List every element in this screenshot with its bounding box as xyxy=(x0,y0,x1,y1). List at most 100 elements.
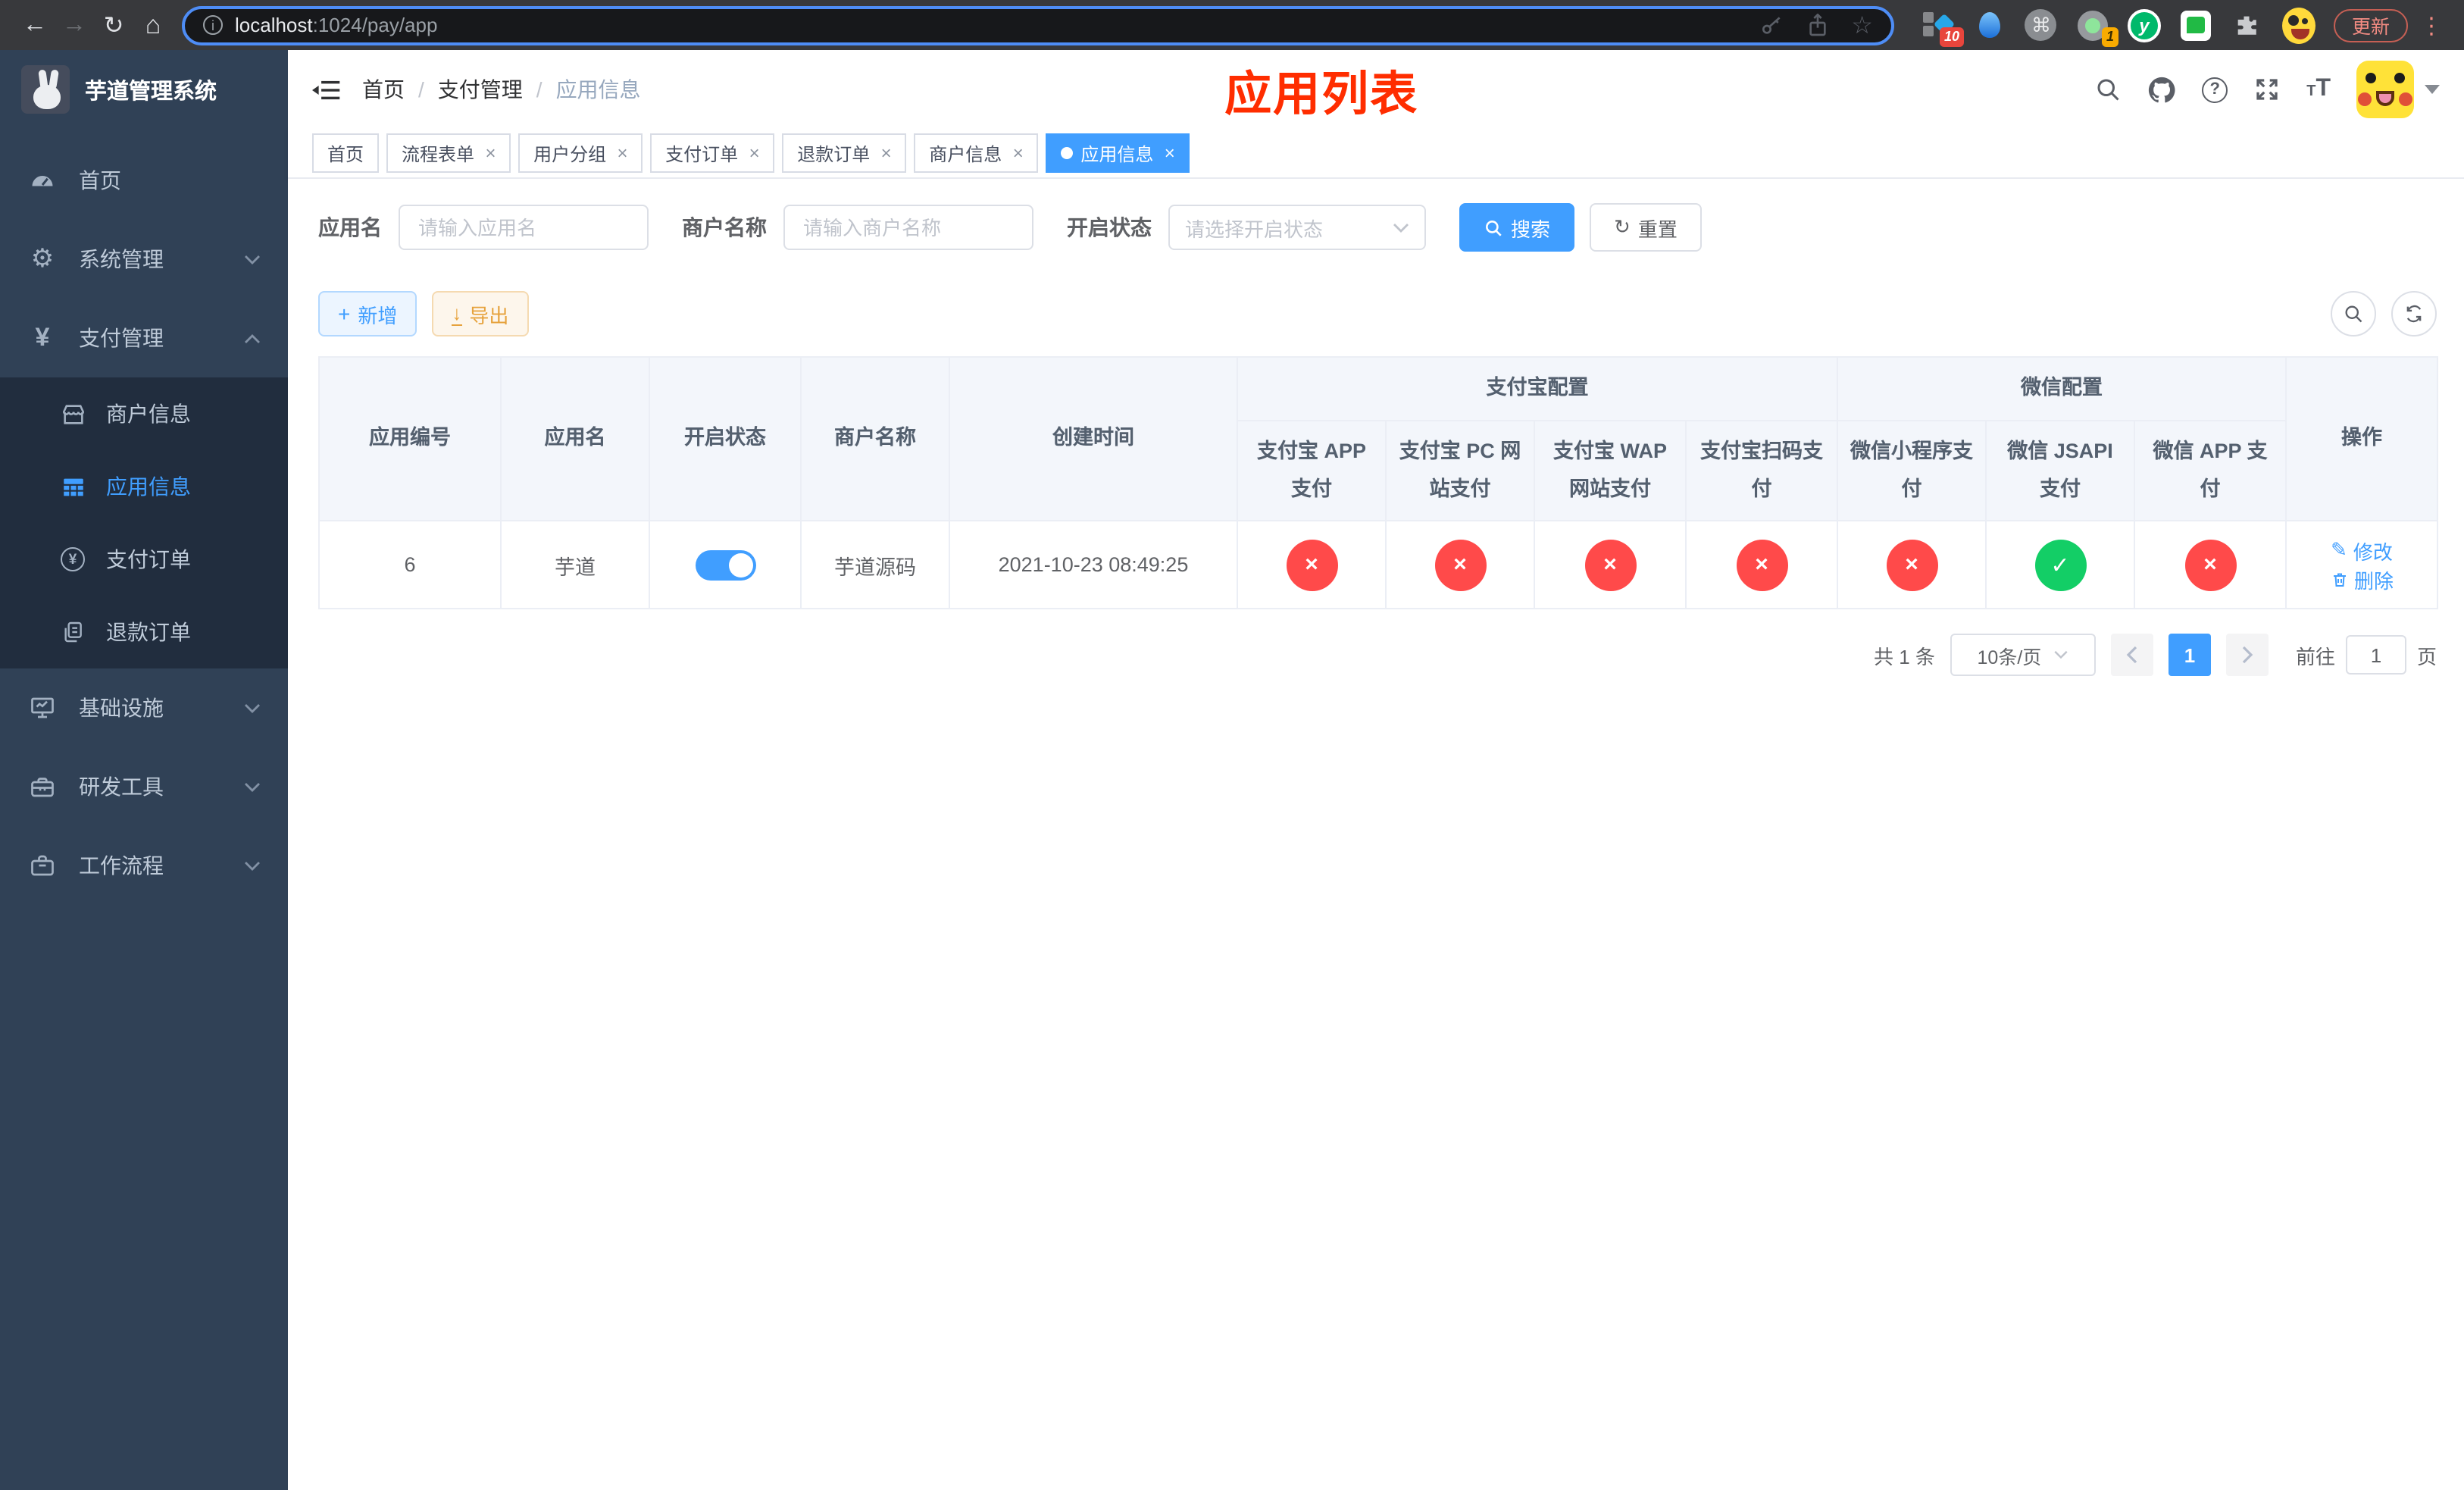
refresh-table-button[interactable] xyxy=(2391,291,2437,337)
help-icon[interactable] xyxy=(2202,77,2228,102)
reset-button[interactable]: 重置 xyxy=(1590,203,1702,252)
breadcrumb-item-payment[interactable]: 支付管理 xyxy=(438,74,523,105)
gauge-icon xyxy=(27,167,58,194)
col-header-status: 开启状态 xyxy=(649,356,802,521)
status-badge: × xyxy=(1286,539,1337,590)
browser-profile-avatar[interactable] xyxy=(2281,7,2315,43)
bookmark-star-icon[interactable] xyxy=(1851,10,1873,40)
close-icon[interactable] xyxy=(1164,142,1174,164)
site-info-icon[interactable] xyxy=(203,15,223,35)
next-page-button[interactable] xyxy=(2225,634,2269,676)
search-icon[interactable] xyxy=(2094,76,2122,103)
table-row: 6 芋道 芋道源码 2021-10-23 08:49:25 × × × × × xyxy=(318,520,2439,609)
extension-yuque-icon[interactable]: y xyxy=(2127,8,2161,42)
browser-back-icon[interactable] xyxy=(15,5,55,45)
filter-label: 应用名 xyxy=(318,215,382,239)
app-name-input[interactable] xyxy=(399,205,649,250)
browser-toolbar: localhost:1024/pay/app 10 1 y 更新 xyxy=(0,0,2464,50)
user-avatar-dropdown[interactable] xyxy=(2356,61,2440,118)
cell-operations: 修改删除 xyxy=(2285,520,2439,609)
prev-page-button[interactable] xyxy=(2110,634,2153,676)
filter-form: 应用名 商户名称 开启状态 请选择开启状态 xyxy=(318,203,2434,252)
tab-merchant-info[interactable]: 商户信息 xyxy=(914,133,1039,173)
sidebar-item-pay-orders[interactable]: 支付订单 xyxy=(0,523,288,596)
tab-user-group[interactable]: 用户分组 xyxy=(518,133,643,173)
cell-wechat-jsapi: ✓ xyxy=(1985,520,2135,609)
sidebar-collapse-icon[interactable] xyxy=(312,75,341,104)
store-icon xyxy=(58,401,88,427)
page-title: 应用列表 xyxy=(1224,67,1419,121)
cell-merchant: 芋道源码 xyxy=(800,520,950,609)
page-header: 首页 / 支付管理 / 应用信息 应用列表 xyxy=(288,50,2464,129)
goto-prefix: 前往 xyxy=(2295,645,2335,668)
pay-order-icon xyxy=(58,547,88,571)
sidebar-item-home[interactable]: 首页 xyxy=(0,141,288,220)
close-icon[interactable] xyxy=(485,142,496,164)
edit-link[interactable]: 修改 xyxy=(2331,536,2393,565)
breadcrumb-separator: / xyxy=(418,77,424,102)
page-size-select[interactable]: 10条/页 xyxy=(1950,634,2096,676)
extension-record-icon[interactable]: 1 xyxy=(2076,8,2118,46)
export-button[interactable]: 导出 xyxy=(432,291,529,337)
sidebar: 芋道管理系统 首页 系统管理 支付管理 xyxy=(0,50,288,1490)
status-select[interactable]: 请选择开启状态 xyxy=(1168,205,1426,250)
browser-update-button[interactable]: 更新 xyxy=(2333,8,2408,42)
tab-refund-orders[interactable]: 退款订单 xyxy=(782,133,907,173)
browser-reload-icon[interactable] xyxy=(94,5,133,45)
sidebar-item-app-info[interactable]: 应用信息 xyxy=(0,450,288,523)
address-bar-actions xyxy=(1759,10,1873,40)
sidebar-menu: 首页 系统管理 支付管理 商户信息 xyxy=(0,129,288,1490)
tab-process-form[interactable]: 流程表单 xyxy=(386,133,511,173)
close-icon[interactable] xyxy=(749,142,759,164)
cell-alipay-wap: × xyxy=(1534,520,1687,609)
font-size-icon[interactable] xyxy=(2306,76,2331,103)
tab-pay-orders[interactable]: 支付订单 xyxy=(650,133,775,173)
tab-home[interactable]: 首页 xyxy=(312,133,380,173)
briefcase-icon xyxy=(27,852,58,879)
browser-menu-icon[interactable] xyxy=(2420,11,2443,39)
trash-icon xyxy=(2333,572,2345,586)
sidebar-item-payment[interactable]: 支付管理 xyxy=(0,299,288,377)
sidebar-item-system[interactable]: 系统管理 xyxy=(0,220,288,299)
sidebar-item-workflow[interactable]: 工作流程 xyxy=(0,826,288,905)
breadcrumb-item-home[interactable]: 首页 xyxy=(362,74,405,105)
app-logo xyxy=(21,65,70,114)
fullscreen-icon[interactable] xyxy=(2253,76,2281,103)
key-icon[interactable] xyxy=(1759,13,1783,37)
sidebar-item-dev-tools[interactable]: 研发工具 xyxy=(0,747,288,826)
col-header-alipay-app: 支付宝 APP 支付 xyxy=(1237,420,1387,521)
enabled-toggle[interactable] xyxy=(695,549,755,580)
browser-forward-icon[interactable] xyxy=(55,5,94,45)
extension-chat-icon[interactable] xyxy=(2179,8,2212,42)
cell-status xyxy=(649,520,802,609)
search-button[interactable]: 搜索 xyxy=(1459,203,1575,252)
header-actions xyxy=(2094,61,2440,118)
table-tools xyxy=(2331,291,2437,337)
browser-home-icon[interactable] xyxy=(133,5,173,45)
extension-command-icon[interactable] xyxy=(2025,8,2058,42)
edit-pencil-icon xyxy=(2331,538,2347,562)
merchant-name-input[interactable] xyxy=(783,205,1033,250)
sidebar-item-infrastructure[interactable]: 基础设施 xyxy=(0,668,288,747)
close-icon[interactable] xyxy=(617,142,627,164)
github-icon[interactable] xyxy=(2147,75,2176,104)
current-page-button[interactable]: 1 xyxy=(2168,634,2211,676)
toggle-search-button[interactable] xyxy=(2331,291,2376,337)
sidebar-item-merchant-info[interactable]: 商户信息 xyxy=(0,377,288,450)
tab-app-info[interactable]: 应用信息 xyxy=(1046,133,1190,173)
share-icon[interactable] xyxy=(1806,13,1828,37)
sidebar-logo-link[interactable]: 芋道管理系统 xyxy=(0,50,288,129)
sidebar-item-refund-orders[interactable]: 退款订单 xyxy=(0,596,288,668)
extension-balloon-icon[interactable] xyxy=(1973,8,2006,42)
close-icon[interactable] xyxy=(880,142,891,164)
extension-blocks-icon[interactable]: 10 xyxy=(1921,8,1964,46)
cell-wechat-mini: × xyxy=(1837,520,1987,609)
extensions-puzzle-icon[interactable] xyxy=(2231,8,2264,42)
delete-link[interactable]: 删除 xyxy=(2330,565,2394,593)
close-icon[interactable] xyxy=(1012,142,1023,164)
col-header-operations: 操作 xyxy=(2285,356,2439,521)
yen-icon xyxy=(27,323,58,353)
goto-page-input[interactable] xyxy=(2345,635,2406,675)
address-bar[interactable]: localhost:1024/pay/app xyxy=(182,5,1894,45)
add-button[interactable]: 新增 xyxy=(318,291,417,337)
